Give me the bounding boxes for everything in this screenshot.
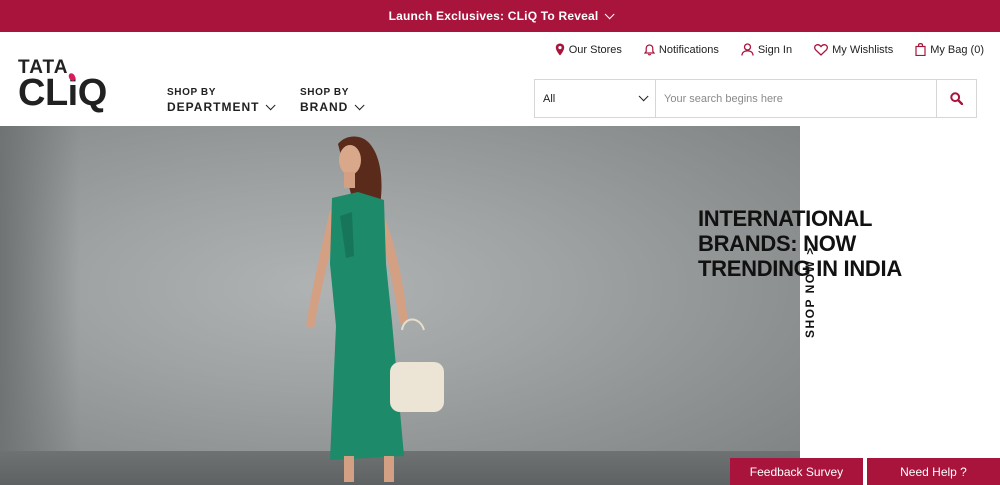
tata-cliq-logo[interactable]: TATA CLiQ <box>18 57 118 115</box>
search-input[interactable] <box>656 80 936 117</box>
heart-icon <box>814 43 829 56</box>
shop-by-brand-menu[interactable]: SHOP BY BRAND <box>300 87 365 114</box>
hero-headline: INTERNATIONAL BRANDS: NOW TRENDING IN IN… <box>698 206 902 281</box>
sign-in-link[interactable]: Sign In <box>741 43 792 56</box>
brand-label: BRAND <box>300 99 365 114</box>
shop-now-link[interactable]: SHOP NOW > <box>803 238 817 338</box>
announcement-text: Launch Exclusives: CLiQ To Reveal <box>388 9 599 23</box>
department-label: DEPARTMENT <box>167 99 277 114</box>
logo-line-2: CLiQ <box>18 72 107 114</box>
my-bag-link[interactable]: My Bag (0) <box>915 43 984 56</box>
search-bar: All <box>534 79 977 118</box>
our-stores-link[interactable]: Our Stores <box>555 43 622 56</box>
bell-icon <box>643 43 655 55</box>
notifications-link[interactable]: Notifications <box>643 43 719 56</box>
shop-by-label: SHOP BY <box>300 87 350 98</box>
shop-by-department-menu[interactable]: SHOP BY DEPARTMENT <box>167 87 277 114</box>
model-figure-image <box>306 136 444 482</box>
announcement-bar[interactable]: Launch Exclusives: CLiQ To Reveal <box>0 0 1000 32</box>
chevron-down-icon <box>605 8 615 19</box>
search-category-select[interactable]: All <box>535 80 656 117</box>
feedback-survey-button[interactable]: Feedback Survey <box>730 458 863 485</box>
location-pin-icon <box>555 43 564 56</box>
chevron-down-icon <box>355 99 365 110</box>
hero-banner[interactable]: INTERNATIONAL BRANDS: NOW TRENDING IN IN… <box>0 126 1000 485</box>
user-icon <box>741 43 754 56</box>
search-button[interactable] <box>936 80 976 117</box>
chevron-down-icon <box>638 91 649 102</box>
my-wishlists-link[interactable]: My Wishlists <box>814 44 893 56</box>
search-icon <box>950 92 963 105</box>
shop-by-label: SHOP BY <box>167 87 217 98</box>
site-header: TATA CLiQ SHOP BY DEPARTMENT SHOP BY BRA… <box>0 32 1000 126</box>
utility-nav: Our Stores Notifications Sign In My Wish… <box>533 43 984 56</box>
need-help-button[interactable]: Need Help ? <box>867 458 1000 485</box>
bag-icon <box>915 43 926 56</box>
hero-photo <box>0 126 800 485</box>
chevron-down-icon <box>266 99 277 110</box>
